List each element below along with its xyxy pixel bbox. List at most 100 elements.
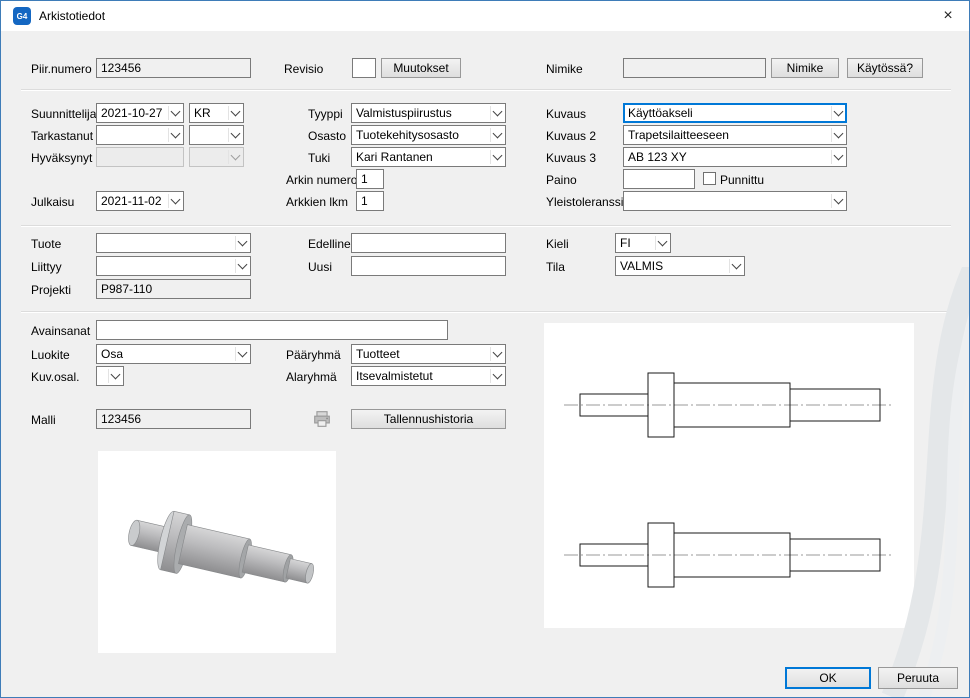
avainsanat-label: Avainsanat [31, 323, 90, 339]
hyvaksynyt-initials-value [190, 148, 228, 166]
arkkien-lkm-field[interactable]: 1 [356, 191, 384, 211]
kuvaus3-value: AB 123 XY [624, 148, 831, 166]
tuote-label: Tuote [31, 236, 61, 252]
osasto-combo[interactable]: Tuotekehitysosasto [351, 125, 506, 145]
chevron-down-icon [729, 257, 744, 275]
kuv-osal-combo[interactable] [96, 366, 124, 386]
kieli-label: Kieli [546, 236, 569, 252]
chevron-down-icon [228, 126, 243, 144]
kieli-combo[interactable]: FI [615, 233, 671, 253]
suunnittelija-date-value: 2021-10-27 [97, 104, 168, 122]
chevron-down-icon [235, 345, 250, 363]
chevron-down-icon [831, 148, 846, 166]
paaryhma-value: Tuotteet [352, 345, 490, 363]
tuki-combo[interactable]: Kari Rantanen [351, 147, 506, 167]
paino-field[interactable] [623, 169, 695, 189]
piir-numero-label: Piir.numero [31, 61, 92, 77]
suunnittelija-initials-combo[interactable]: KR [189, 103, 244, 123]
window-title: Arkistotiedot [39, 9, 105, 23]
liittyy-value [97, 257, 235, 275]
chevron-down-icon [490, 126, 505, 144]
yleistoleranssi-combo[interactable] [623, 191, 847, 211]
projekti-field: P987-110 [96, 279, 251, 299]
liittyy-combo[interactable] [96, 256, 251, 276]
drawing-2d-preview [544, 323, 914, 628]
nimike-button[interactable]: Nimike [771, 58, 839, 78]
uusi-field[interactable] [351, 256, 506, 276]
chevron-down-icon [831, 104, 846, 122]
julkaisu-label: Julkaisu [31, 194, 74, 210]
kuvaus2-value: Trapetsilaitteeseen [624, 126, 831, 144]
suunnittelija-label: Suunnittelija [31, 106, 96, 122]
tila-label: Tila [546, 259, 565, 275]
kuvaus2-label: Kuvaus 2 [546, 128, 596, 144]
titlebar: G4 Arkistotiedot × [1, 1, 969, 31]
suunnittelija-date-combo[interactable]: 2021-10-27 [96, 103, 184, 123]
tarkastanut-initials-value [190, 126, 228, 144]
edellinen-label: Edellinen [308, 236, 357, 252]
avainsanat-field[interactable] [96, 320, 448, 340]
close-icon[interactable]: × [937, 6, 959, 26]
kuv-osal-label: Kuv.osal. [31, 369, 79, 385]
ok-button[interactable]: OK [785, 667, 871, 689]
tuote-value [97, 234, 235, 252]
tarkastanut-initials-combo[interactable] [189, 125, 244, 145]
alaryhma-combo[interactable]: Itsevalmistetut [351, 366, 506, 386]
tarkastanut-date-value [97, 126, 168, 144]
kuvaus3-combo[interactable]: AB 123 XY [623, 147, 847, 167]
malli-label: Malli [31, 412, 56, 428]
chevron-down-icon [490, 148, 505, 166]
punnittu-checkbox[interactable] [703, 172, 716, 185]
printer-icon[interactable] [313, 410, 331, 428]
tuki-value: Kari Rantanen [352, 148, 490, 166]
tila-value: VALMIS [616, 257, 729, 275]
tila-combo[interactable]: VALMIS [615, 256, 745, 276]
chevron-down-icon [228, 104, 243, 122]
luokite-value: Osa [97, 345, 235, 363]
tyyppi-combo[interactable]: Valmistuspiirustus [351, 103, 506, 123]
chevron-down-icon [235, 234, 250, 252]
chevron-down-icon [108, 367, 123, 385]
chevron-down-icon [490, 345, 505, 363]
luokite-label: Luokite [31, 347, 70, 363]
paaryhma-combo[interactable]: Tuotteet [351, 344, 506, 364]
chevron-down-icon [168, 192, 183, 210]
osasto-value: Tuotekehitysosasto [352, 126, 490, 144]
liittyy-label: Liittyy [31, 259, 62, 275]
app-badge-g4-icon: G4 [13, 7, 31, 25]
tarkastanut-label: Tarkastanut [31, 128, 93, 144]
kuvaus2-combo[interactable]: Trapetsilaitteeseen [623, 125, 847, 145]
chevron-down-icon [168, 104, 183, 122]
tarkastanut-date-combo[interactable] [96, 125, 184, 145]
alaryhma-label: Alaryhmä [286, 369, 337, 385]
paaryhma-label: Pääryhmä [286, 347, 341, 363]
separator [21, 89, 951, 91]
luokite-combo[interactable]: Osa [96, 344, 251, 364]
kaytossa-button[interactable]: Käytössä? [847, 58, 923, 78]
arkkien-lkm-label: Arkkien lkm [286, 194, 348, 210]
tallennushistoria-button[interactable]: Tallennushistoria [351, 409, 506, 429]
tyyppi-label: Tyyppi [308, 106, 343, 122]
kuvaus-combo[interactable]: Käyttöakseli [623, 103, 847, 123]
chevron-down-icon [831, 126, 846, 144]
kuvaus-value: Käyttöakseli [624, 104, 831, 122]
separator [21, 311, 951, 313]
chevron-down-icon [490, 104, 505, 122]
tyyppi-value: Valmistuspiirustus [352, 104, 490, 122]
cancel-button[interactable]: Peruuta [878, 667, 958, 689]
chevron-down-icon [235, 257, 250, 275]
revisio-field[interactable] [352, 58, 376, 78]
kieli-value: FI [616, 234, 655, 252]
julkaisu-date-combo[interactable]: 2021-11-02 [96, 191, 184, 211]
tuote-combo[interactable] [96, 233, 251, 253]
suunnittelija-initials-value: KR [190, 104, 228, 122]
arkin-numero-field[interactable]: 1 [356, 169, 384, 189]
osasto-label: Osasto [308, 128, 346, 144]
chevron-down-icon [168, 126, 183, 144]
chevron-down-icon [228, 148, 243, 166]
yleistoleranssi-value [624, 192, 831, 210]
model-3d-preview [98, 451, 336, 653]
edellinen-field[interactable] [351, 233, 506, 253]
muutokset-button[interactable]: Muutokset [381, 58, 461, 78]
uusi-label: Uusi [308, 259, 332, 275]
